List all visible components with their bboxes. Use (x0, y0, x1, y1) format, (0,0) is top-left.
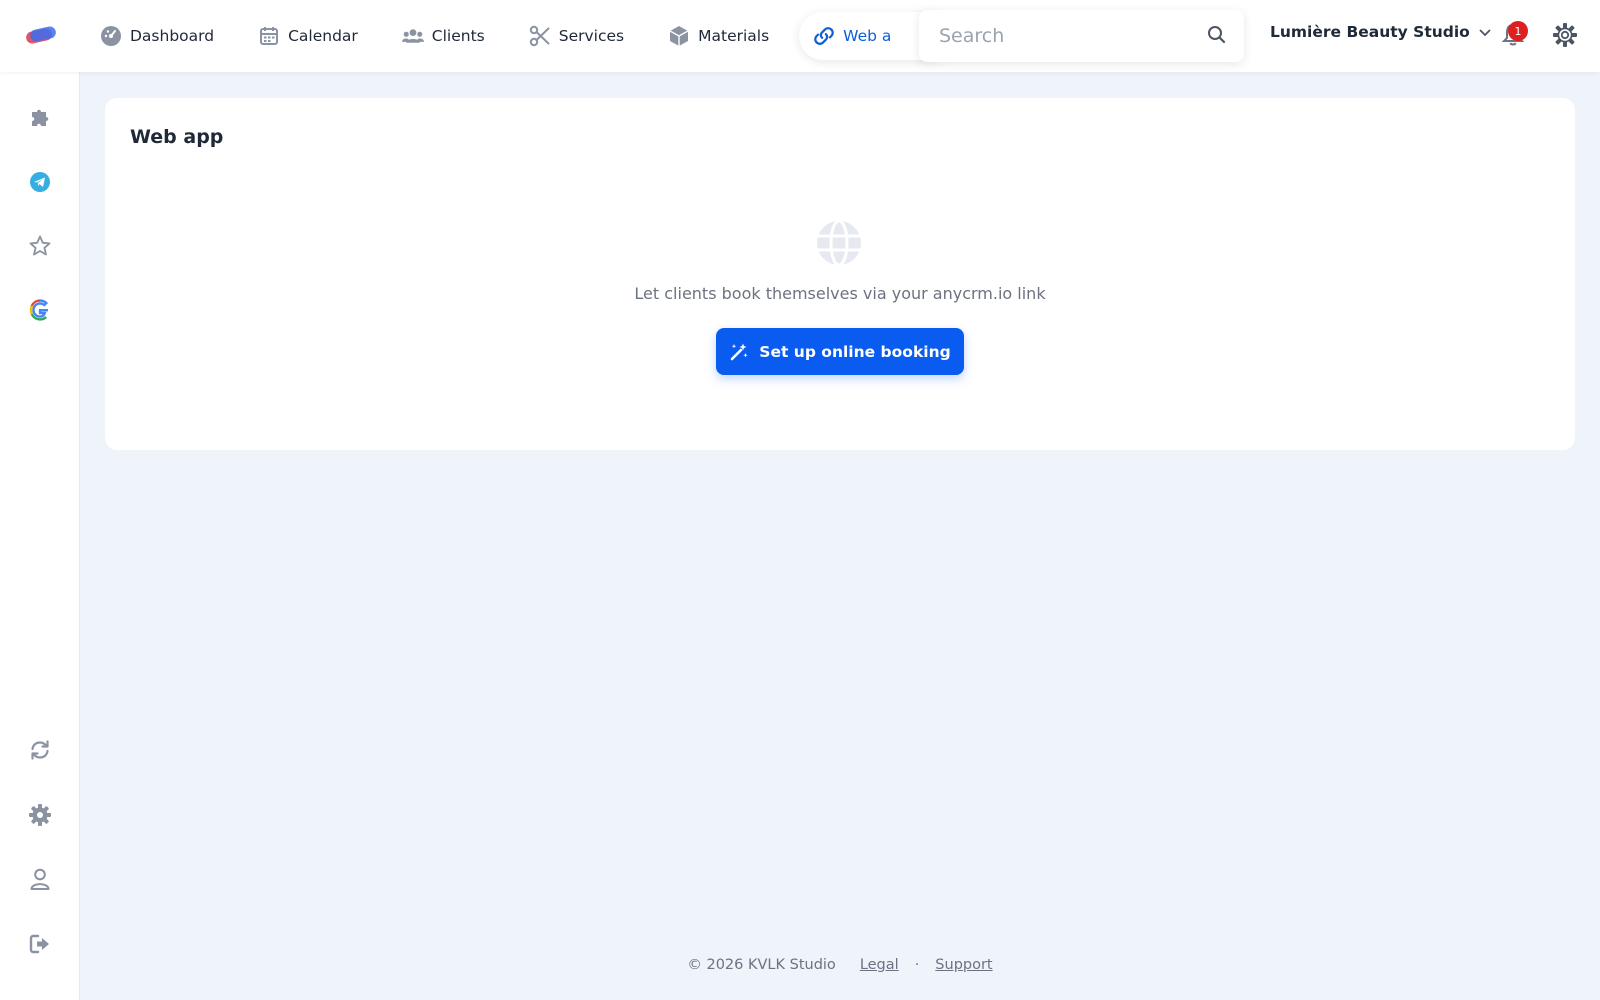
nav-item-dashboard[interactable]: Dashboard (86, 12, 228, 60)
user-icon[interactable] (20, 859, 60, 899)
copyright-text: © 2026 KVLK Studio (687, 957, 836, 973)
cta-label: Set up online booking (759, 342, 951, 361)
nav-item-label: Materials (698, 27, 770, 45)
puzzle-icon[interactable] (20, 98, 60, 138)
legal-link[interactable]: Legal (860, 957, 899, 973)
main-nav: Dashboard Calendar Clients Services Mate… (86, 0, 967, 72)
gauge-icon (100, 25, 122, 47)
footer: © 2026 KVLK Studio Legal · Support (0, 957, 1600, 973)
search-box (919, 10, 1244, 62)
top-bar: Dashboard Calendar Clients Services Mate… (0, 0, 1600, 72)
nav-item-label: Services (558, 27, 625, 45)
google-icon[interactable] (20, 290, 60, 330)
studio-selector[interactable]: Lumière Beauty Studio (1270, 23, 1492, 41)
search-input[interactable] (919, 25, 1189, 47)
calendar-icon (258, 25, 280, 47)
nav-item-calendar[interactable]: Calendar (244, 12, 372, 60)
studio-name: Lumière Beauty Studio (1270, 23, 1470, 41)
users-icon (401, 25, 424, 47)
setup-online-booking-button[interactable]: Set up online booking (716, 328, 964, 375)
globe-icon (815, 219, 863, 267)
nav-item-label: Web a (843, 27, 892, 45)
logout-icon[interactable] (20, 924, 60, 964)
footer-separator: · (914, 957, 920, 973)
left-sidebar (0, 72, 80, 1000)
telegram-icon[interactable] (20, 162, 60, 202)
notification-badge: 1 (1508, 21, 1528, 41)
empty-state-text: Let clients book themselves via your any… (634, 284, 1046, 303)
scissors-icon (529, 25, 551, 47)
sync-icon[interactable] (20, 730, 60, 770)
nav-item-services[interactable]: Services (515, 12, 638, 60)
app-logo[interactable] (24, 24, 58, 48)
nav-item-clients[interactable]: Clients (388, 12, 499, 60)
chevron-down-icon (1478, 25, 1492, 39)
search-icon[interactable] (1206, 24, 1228, 46)
nav-item-label: Clients (431, 27, 485, 45)
gear-icon[interactable] (20, 795, 60, 835)
cube-icon (668, 25, 690, 47)
star-icon[interactable] (20, 226, 60, 266)
support-link[interactable]: Support (935, 957, 992, 973)
nav-item-label: Calendar (288, 27, 358, 45)
nav-item-label: Dashboard (130, 27, 215, 45)
nav-item-materials[interactable]: Materials (654, 12, 783, 60)
web-app-card: Web app Let clients book themselves via … (105, 98, 1575, 450)
link-icon (813, 25, 835, 47)
settings-gear-icon[interactable] (1552, 22, 1578, 48)
page-title: Web app (130, 126, 224, 148)
magic-wand-icon (729, 342, 749, 362)
